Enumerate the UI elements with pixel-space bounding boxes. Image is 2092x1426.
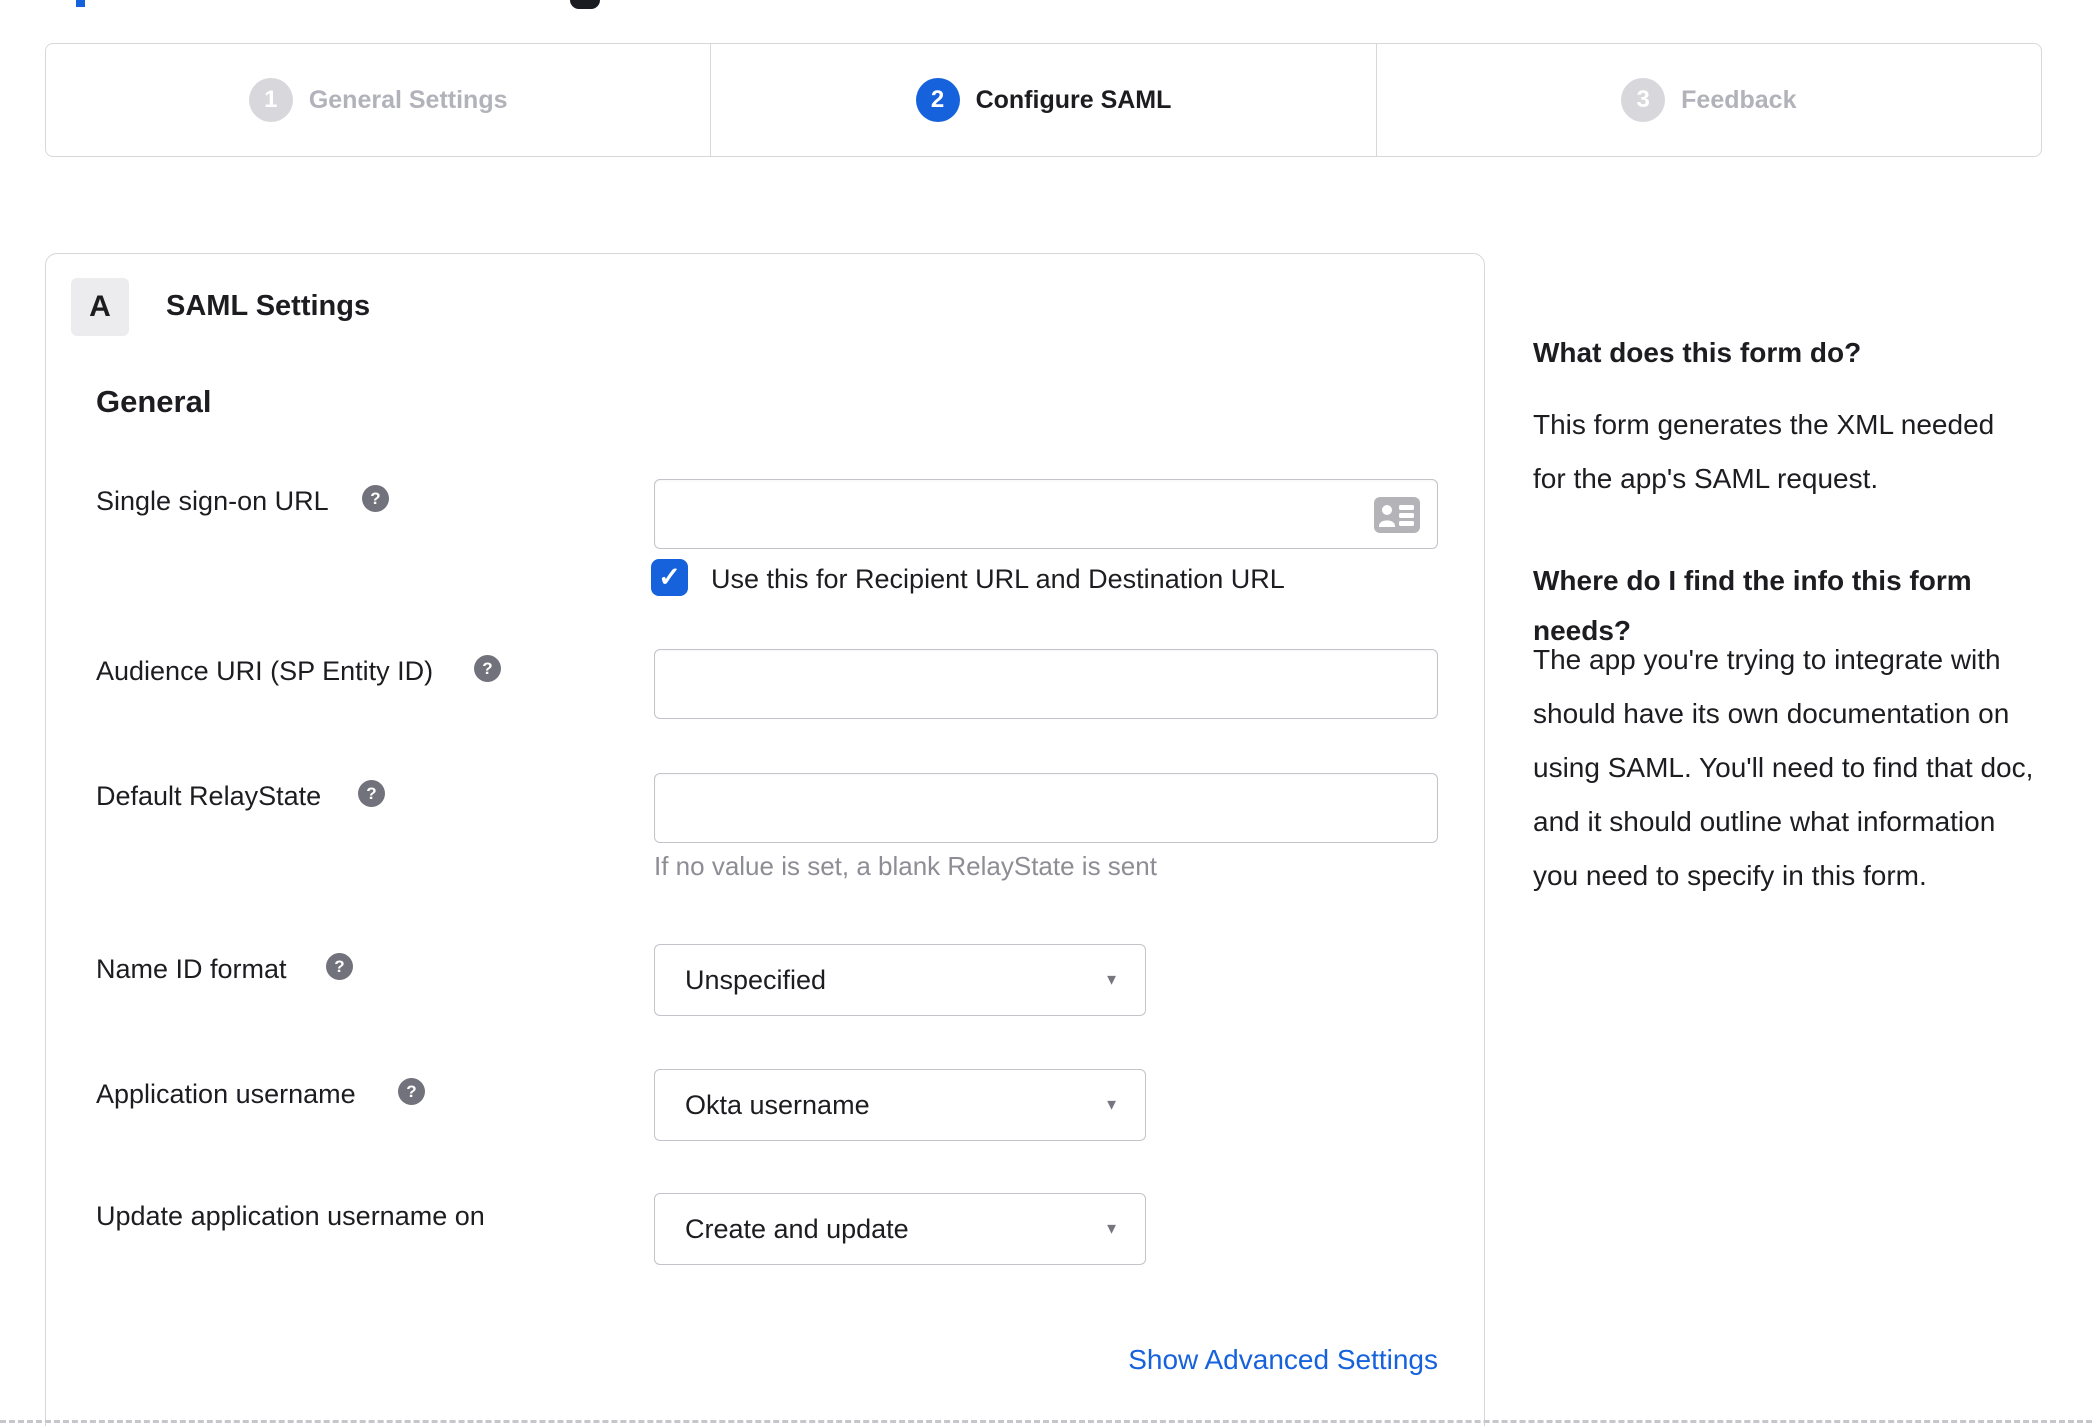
recipient-url-checkbox[interactable]: ✓ (651, 559, 688, 596)
general-section-heading: General (96, 384, 212, 419)
sidebar-heading-what: What does this form do? (1533, 337, 1862, 368)
step-label: Configure SAML (975, 85, 1172, 114)
saml-settings-panel: A SAML Settings General Single sign-on U… (45, 253, 1485, 1426)
name-id-format-label: Name ID format (96, 954, 287, 984)
update-username-select[interactable]: Create and update ▼ (654, 1193, 1146, 1265)
step-number-badge: 2 (915, 78, 960, 122)
recipient-url-checkbox-label: Use this for Recipient URL and Destinati… (711, 564, 1285, 594)
audience-uri-input[interactable] (654, 649, 1438, 719)
sidebar-paragraph-what: This form generates the XML needed for t… (1533, 409, 1995, 494)
section-a-badge: A (71, 278, 129, 336)
chevron-down-icon: ▼ (1104, 971, 1119, 989)
wizard-stepper: 1 General Settings 2 Configure SAML 3 Fe… (45, 43, 2042, 157)
section-dashed-divider (0, 1420, 2092, 1423)
step-general-settings[interactable]: 1 General Settings (46, 44, 710, 156)
step-number-badge: 3 (1621, 78, 1666, 122)
audience-uri-label: Audience URI (SP Entity ID) (96, 656, 434, 686)
name-id-format-help-icon[interactable]: ? (326, 953, 353, 980)
chevron-down-icon: ▼ (1104, 1220, 1119, 1238)
show-advanced-settings-link[interactable]: Show Advanced Settings (654, 1344, 1438, 1376)
application-username-select[interactable]: Okta username ▼ (654, 1069, 1146, 1141)
update-username-label: Update application username on (96, 1201, 485, 1231)
audience-uri-help-icon[interactable]: ? (474, 655, 501, 682)
panel-title: SAML Settings (166, 290, 371, 322)
application-username-value: Okta username (685, 1089, 870, 1120)
default-relaystate-help-icon[interactable]: ? (358, 780, 385, 807)
step-configure-saml[interactable]: 2 Configure SAML (710, 44, 1375, 156)
step-number-badge: 1 (248, 78, 293, 122)
sidebar-paragraph-where: The app you're trying to integrate with … (1533, 644, 2034, 891)
name-id-format-value: Unspecified (685, 964, 827, 995)
name-id-format-select[interactable]: Unspecified ▼ (654, 944, 1146, 1016)
step-label: General Settings (308, 85, 508, 114)
clipped-app-logo-fragment (570, 0, 600, 9)
step-label: Feedback (1681, 85, 1797, 114)
update-username-value: Create and update (685, 1213, 909, 1244)
application-username-label: Application username (96, 1079, 356, 1109)
sso-url-label: Single sign-on URL (96, 486, 329, 516)
application-username-help-icon[interactable]: ? (398, 1078, 425, 1105)
sso-url-help-icon[interactable]: ? (362, 485, 389, 512)
default-relaystate-input[interactable] (654, 773, 1438, 843)
step-feedback[interactable]: 3 Feedback (1375, 44, 2041, 156)
clipped-header-text-fragment (76, 0, 85, 7)
default-relaystate-label: Default RelayState (96, 781, 322, 811)
chevron-down-icon: ▼ (1104, 1096, 1119, 1114)
sso-url-input[interactable] (654, 479, 1438, 549)
relaystate-hint: If no value is set, a blank RelayState i… (654, 851, 1157, 881)
